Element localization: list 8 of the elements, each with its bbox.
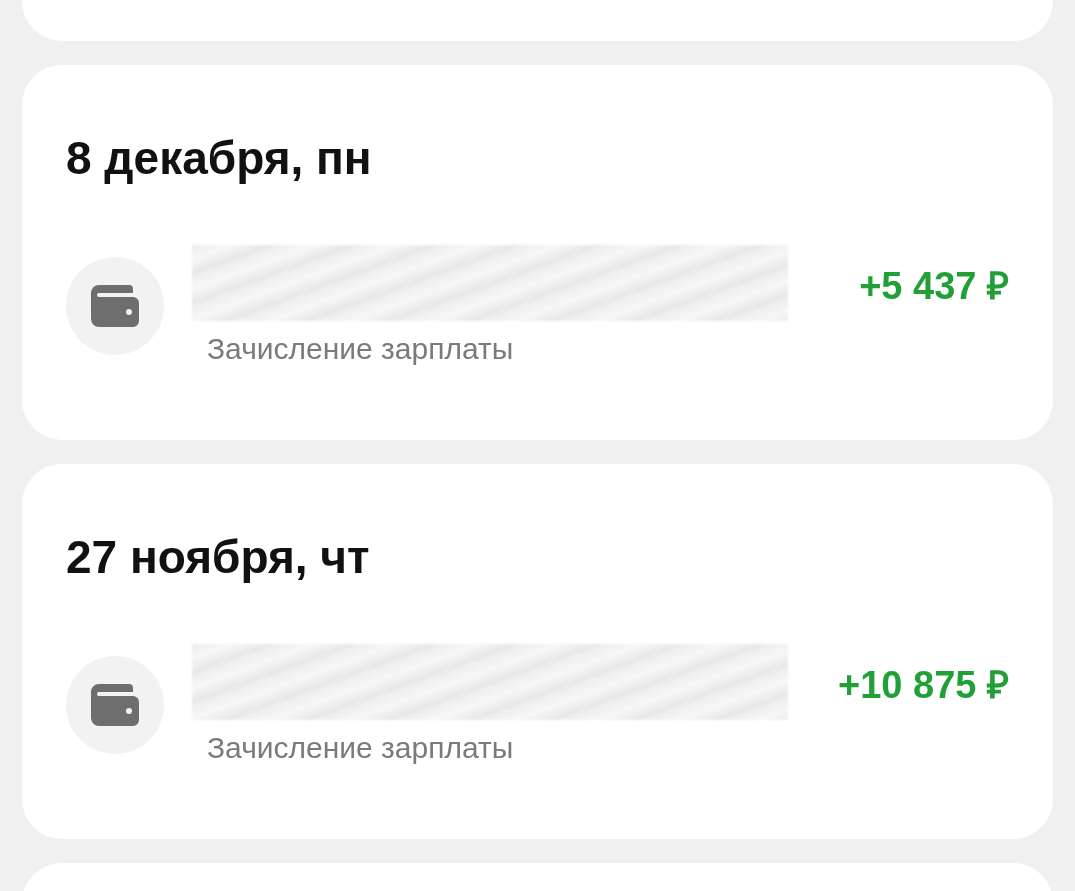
operation-amount: +5 437 ₽	[859, 263, 1009, 309]
date-heading: 27 ноября, чт	[66, 530, 370, 584]
operation-category: Зачисление зарплаты	[207, 730, 514, 766]
operation-amount: +10 875 ₽	[838, 662, 1009, 708]
date-heading: 8 декабря, пн	[66, 131, 372, 185]
wallet-icon	[91, 285, 139, 327]
operation-category: Зачисление зарплаты	[207, 331, 514, 367]
wallet-icon	[91, 684, 139, 726]
